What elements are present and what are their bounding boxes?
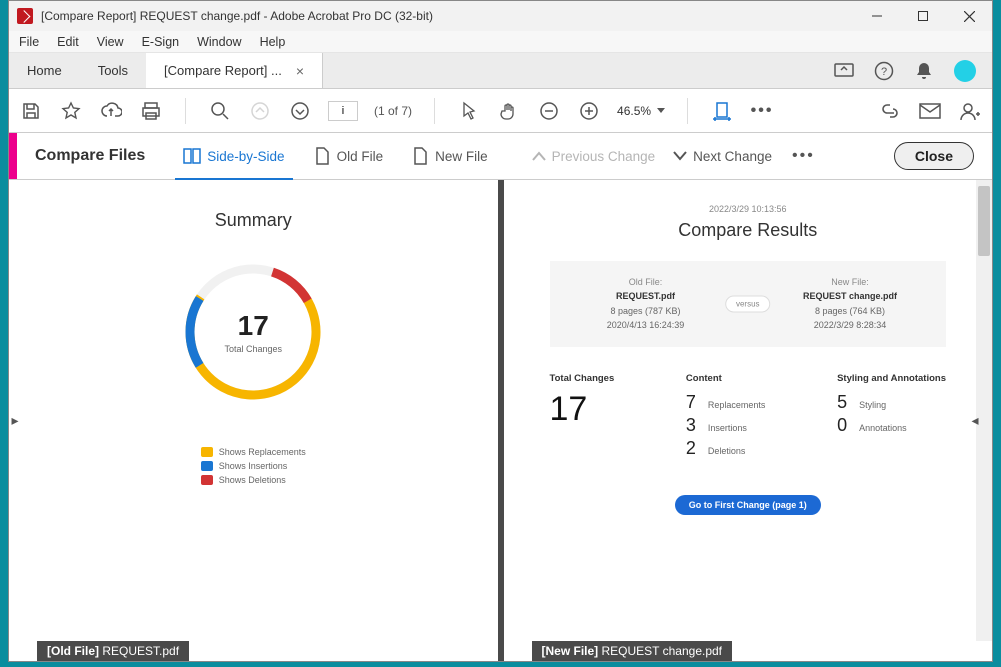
compare-toolbar: Compare Files Side-by-Side Old File New …	[9, 133, 992, 180]
cloud-upload-icon[interactable]	[99, 99, 123, 123]
total-changes-number: 17	[238, 310, 269, 342]
tab-close-icon[interactable]: ×	[296, 63, 304, 79]
zoom-search-icon[interactable]	[208, 99, 232, 123]
swatch-deletions-icon	[201, 475, 213, 485]
styling-block: Styling and Annotations 5Styling 0Annota…	[837, 373, 946, 461]
scrollbar-thumb[interactable]	[978, 186, 990, 256]
person-add-icon[interactable]	[958, 99, 982, 123]
menu-view[interactable]: View	[97, 35, 124, 49]
new-file-pane: 2022/3/29 10:13:56 Compare Results Old F…	[498, 180, 993, 661]
next-change-button[interactable]: Next Change	[673, 149, 772, 164]
swatch-replacements-icon	[201, 447, 213, 457]
old-file-footer-label: [Old File] REQUEST.pdf	[37, 641, 189, 661]
results-timestamp: 2022/3/29 10:13:56	[550, 204, 947, 214]
chevron-down-icon	[657, 108, 665, 114]
window-controls	[854, 1, 992, 31]
bell-icon[interactable]	[914, 61, 934, 81]
old-file-page[interactable]: Summary 17 Total	[9, 180, 498, 661]
summary-heading: Summary	[19, 210, 488, 231]
compare-close-button[interactable]: Close	[894, 142, 974, 170]
menu-bar: File Edit View E-Sign Window Help	[9, 31, 992, 53]
title-bar: [Compare Report] REQUEST change.pdf - Ad…	[9, 1, 992, 31]
tab-home[interactable]: Home	[9, 53, 80, 88]
app-window: [Compare Report] REQUEST change.pdf - Ad…	[8, 0, 993, 662]
close-window-button[interactable]	[946, 1, 992, 31]
go-to-first-change-button[interactable]: Go to First Change (page 1)	[675, 495, 821, 515]
compare-more-icon[interactable]: •••	[792, 147, 815, 165]
tabbar-right-tools: ?	[834, 53, 992, 88]
help-icon[interactable]: ?	[874, 61, 894, 81]
screen-share-icon[interactable]	[834, 61, 854, 81]
collapse-left-icon[interactable]: ▸	[9, 401, 22, 441]
view-old-file-button[interactable]: Old File	[299, 133, 398, 179]
tab-document-label: [Compare Report] ...	[164, 63, 282, 78]
chevron-up-icon	[532, 150, 546, 162]
page-count-label: (1 of 7)	[374, 104, 412, 118]
side-by-side-icon	[183, 147, 201, 165]
stats-row: Total Changes 17 Content 7Replacements 3…	[550, 373, 947, 461]
tab-bar: Home Tools [Compare Report] ... × ?	[9, 53, 992, 89]
svg-text:?: ?	[881, 66, 887, 78]
zoom-in-icon[interactable]	[577, 99, 601, 123]
zoom-level-dropdown[interactable]: 46.5%	[617, 104, 665, 118]
content-changes-block: Content 7Replacements 3Insertions 2Delet…	[686, 373, 766, 461]
selection-arrow-icon[interactable]	[457, 99, 481, 123]
hand-tool-icon[interactable]	[497, 99, 521, 123]
summary-legend: Shows Replacements Shows Insertions Show…	[201, 443, 306, 489]
collapse-right-icon[interactable]: ◂	[968, 401, 982, 441]
document-viewport: ▸ Summary	[9, 180, 992, 661]
changes-donut-chart: 17 Total Changes	[178, 257, 328, 407]
save-icon[interactable]	[19, 99, 43, 123]
new-file-footer-label: [New File] REQUEST change.pdf	[532, 641, 733, 661]
view-side-by-side-button[interactable]: Side-by-Side	[169, 133, 298, 179]
main-toolbar: (1 of 7) 46.5% •••	[9, 89, 992, 133]
maximize-button[interactable]	[900, 1, 946, 31]
acrobat-icon	[17, 8, 33, 24]
file-compare-panel: Old File: REQUEST.pdf 8 pages (787 KB) 2…	[550, 261, 947, 347]
menu-file[interactable]: File	[19, 35, 39, 49]
legend-insertions: Shows Insertions	[219, 461, 288, 471]
old-file-pane: Summary 17 Total	[9, 180, 498, 661]
total-changes-block: Total Changes 17	[550, 373, 615, 461]
page-down-icon[interactable]	[288, 99, 312, 123]
zoom-out-icon[interactable]	[537, 99, 561, 123]
mail-icon[interactable]	[918, 99, 942, 123]
link-share-icon[interactable]	[878, 99, 902, 123]
menu-esign[interactable]: E-Sign	[142, 35, 180, 49]
document-icon	[313, 147, 331, 165]
legend-deletions: Shows Deletions	[219, 475, 286, 485]
view-new-file-button[interactable]: New File	[397, 133, 502, 179]
document-icon	[411, 147, 429, 165]
account-avatar[interactable]	[954, 60, 976, 82]
zoom-level-value: 46.5%	[617, 104, 651, 118]
menu-edit[interactable]: Edit	[57, 35, 79, 49]
compare-accent-stripe	[9, 133, 17, 179]
versus-badge: versus	[725, 295, 771, 312]
results-heading: Compare Results	[550, 220, 947, 241]
tab-document[interactable]: [Compare Report] ... ×	[146, 53, 323, 88]
new-file-info: New File: REQUEST change.pdf 8 pages (76…	[780, 275, 920, 333]
tab-tools[interactable]: Tools	[80, 53, 146, 88]
prev-change-button[interactable]: Previous Change	[532, 149, 656, 164]
menu-help[interactable]: Help	[260, 35, 286, 49]
legend-replacements: Shows Replacements	[219, 447, 306, 457]
window-title: [Compare Report] REQUEST change.pdf - Ad…	[41, 9, 854, 23]
compare-title: Compare Files	[35, 147, 145, 165]
fit-width-icon[interactable]	[710, 99, 734, 123]
total-changes-label: Total Changes	[224, 344, 282, 354]
new-file-page[interactable]: 2022/3/29 10:13:56 Compare Results Old F…	[504, 180, 993, 661]
swatch-insertions-icon	[201, 461, 213, 471]
page-up-icon[interactable]	[248, 99, 272, 123]
menu-window[interactable]: Window	[197, 35, 241, 49]
page-number-input[interactable]	[328, 101, 358, 121]
chevron-down-icon	[673, 150, 687, 162]
print-icon[interactable]	[139, 99, 163, 123]
minimize-button[interactable]	[854, 1, 900, 31]
old-file-info: Old File: REQUEST.pdf 8 pages (787 KB) 2…	[576, 275, 716, 333]
star-icon[interactable]	[59, 99, 83, 123]
more-tools-icon[interactable]: •••	[750, 99, 774, 123]
